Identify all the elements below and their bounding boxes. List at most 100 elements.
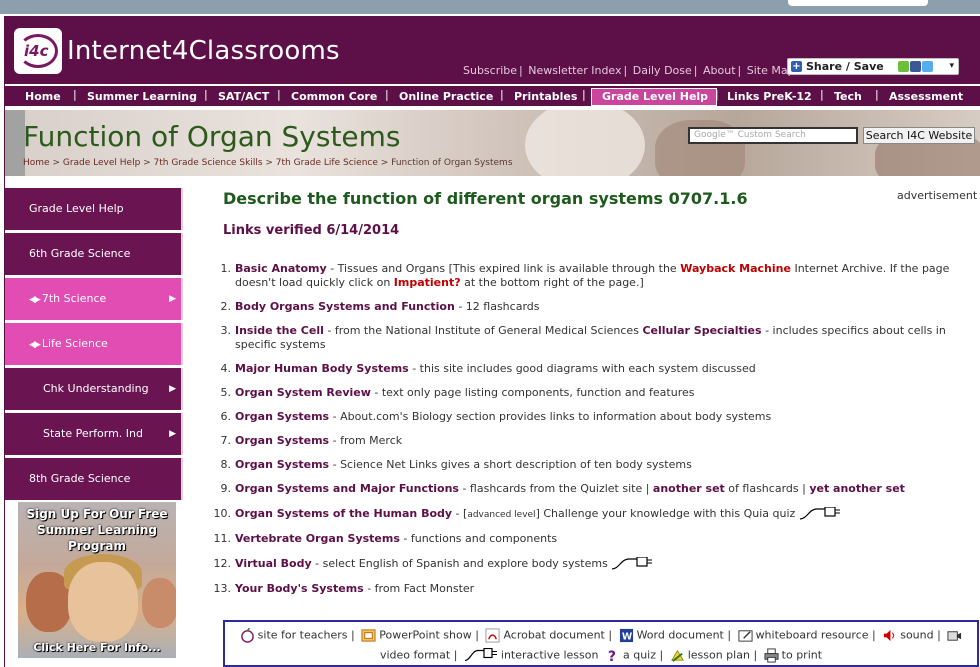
promo-cta[interactable]: Click Here For Info...: [18, 641, 176, 654]
list-body: Body Organs Systems and Function - 12 fl…: [235, 300, 980, 314]
list-number: 9.: [220, 482, 232, 495]
top-link-about[interactable]: About: [703, 64, 736, 77]
promo-headline: Sign Up For Our Free Summer Learning Pro…: [26, 507, 168, 553]
top-link-newsletter[interactable]: Newsletter Index: [528, 64, 621, 77]
sidebar-item-state-perform-ind[interactable]: State Perform. Ind ▶: [5, 413, 183, 455]
top-pill: [788, 0, 928, 6]
nav-tech[interactable]: Tech: [834, 88, 862, 106]
logo-mark-text: i4c: [24, 42, 49, 60]
sidebar-item-grade-level-help[interactable]: Grade Level Help: [5, 188, 183, 230]
sidebar-item-label: Chk Understanding: [43, 382, 149, 395]
breadcrumb-current: Function of Organ Systems: [391, 158, 513, 168]
item-text: - from Merck: [329, 434, 403, 447]
search-input[interactable]: Google™ Custom Search: [688, 127, 858, 144]
list-body: Basic Anatomy - Tissues and Organs [This…: [235, 262, 980, 290]
link-virtual-body[interactable]: Virtual Body: [235, 557, 312, 570]
advertisement-label: advertisement: [897, 189, 978, 202]
sidebar-item-7th-science[interactable]: ◀▶ 7th Science ▶: [5, 278, 183, 320]
link-yet-another-set[interactable]: yet another set: [809, 482, 905, 495]
item-text: - 12 flashcards: [454, 300, 540, 313]
item-text: - About.com's Biology section provides l…: [329, 410, 772, 423]
link-body-organs[interactable]: Body Organs Systems and Function: [235, 300, 455, 313]
logo-icon[interactable]: i4c: [14, 28, 62, 74]
list-body: Your Body's Systems - from Fact Monster: [235, 582, 980, 596]
top-link-subscribe[interactable]: Subscribe: [463, 64, 517, 77]
nav-online-practice[interactable]: Online Practice: [399, 88, 493, 106]
list-number: 8.: [220, 458, 232, 471]
nav-separator: |: [385, 88, 389, 101]
summer-learning-promo[interactable]: Sign Up For Our Free Summer Learning Pro…: [18, 502, 176, 658]
link-your-bodys-systems[interactable]: Your Body's Systems: [235, 582, 364, 595]
advanced-level-tag: advanced level: [467, 510, 536, 520]
sidebar-item-6th-grade-science[interactable]: 6th Grade Science: [5, 233, 183, 275]
breadcrumb-7th-grade-science-skills[interactable]: 7th Grade Science Skills: [154, 158, 263, 168]
nav-sat-act[interactable]: SAT/ACT: [218, 88, 269, 106]
nav-assessment[interactable]: Assessment: [889, 88, 963, 106]
item-text: at the bottom right of the page.]: [460, 276, 644, 289]
share-save-button[interactable]: + Share / Save ▾: [787, 58, 959, 75]
header: i4c Internet4Classrooms Subscribe | Newsl…: [5, 16, 980, 84]
legend-label: Word document: [636, 628, 724, 642]
chevron-right-icon: ▶: [169, 294, 176, 304]
list-number: 13.: [213, 582, 232, 595]
promo-photo: [68, 562, 138, 642]
icon-legend: site for teachers | PowerPoint show | Ac…: [223, 620, 979, 667]
list-number: 2.: [220, 300, 232, 313]
legend-row: site for teachers | PowerPoint show | Ac…: [225, 628, 977, 643]
list-body: Organ Systems of the Human Body - [advan…: [235, 507, 980, 522]
nav-summer-learning[interactable]: Summer Learning: [87, 88, 197, 106]
link-organ-systems-major-functions[interactable]: Organ Systems and Major Functions: [235, 482, 459, 495]
site-name[interactable]: Internet4Classrooms: [67, 36, 340, 66]
sidebar-item-8th-grade-science[interactable]: 8th Grade Science: [5, 458, 183, 500]
nav-links-prek-12[interactable]: Links PreK-12: [727, 88, 812, 106]
nav-common-core[interactable]: Common Core: [291, 88, 377, 106]
list-body: Inside the Cell - from the National Inst…: [235, 324, 980, 352]
link-another-set[interactable]: another set: [653, 482, 725, 495]
list-number: 5.: [220, 386, 232, 399]
link-organ-systems-human-body[interactable]: Organ Systems of the Human Body: [235, 507, 452, 520]
sidebar-item-label: 7th Science: [41, 292, 107, 305]
item-text: - text only page listing components, fun…: [370, 386, 695, 399]
nav-grade-level-help[interactable]: Grade Level Help: [591, 88, 717, 106]
word-icon: W: [619, 628, 633, 642]
search-button[interactable]: Search I4C Website: [863, 127, 975, 144]
link-wayback-machine[interactable]: Wayback Machine: [680, 262, 791, 275]
legend-label: to print: [781, 648, 823, 662]
legend-label: video format: [379, 648, 451, 662]
breadcrumb-home[interactable]: Home: [23, 158, 50, 168]
legend-label: interactive lesson: [500, 648, 599, 662]
chevron-right-icon: ▶: [169, 384, 176, 394]
link-basic-anatomy[interactable]: Basic Anatomy: [235, 262, 327, 275]
whiteboard-icon: [738, 630, 753, 642]
nav-home[interactable]: Home: [25, 88, 61, 106]
nav-printables[interactable]: Printables: [514, 88, 577, 106]
link-organ-systems-merck[interactable]: Organ Systems: [235, 434, 329, 447]
link-major-human-body-systems[interactable]: Major Human Body Systems: [235, 362, 409, 375]
list-body: Organ Systems - from Merck: [235, 434, 980, 448]
sidebar-item-life-science[interactable]: ◀▶ Life Science: [5, 323, 183, 365]
link-organ-systems-science-net[interactable]: Organ Systems: [235, 458, 329, 471]
sidebar: Grade Level Help 6th Grade Science ◀▶ 7th…: [5, 188, 183, 503]
banner-photo: [525, 110, 645, 176]
breadcrumb-7th-grade-life-science[interactable]: 7th Grade Life Science: [276, 158, 378, 168]
legend-label: lesson plan: [687, 648, 750, 662]
list-number: 6.: [220, 410, 232, 423]
page: i4c Internet4Classrooms Subscribe | Newsl…: [4, 16, 980, 667]
content-heading: Describe the function of different organ…: [223, 189, 748, 208]
link-cellular-specialties[interactable]: Cellular Specialties: [642, 324, 761, 337]
link-organ-systems-about[interactable]: Organ Systems: [235, 410, 329, 423]
top-link-daily-dose[interactable]: Daily Dose: [633, 64, 692, 77]
sidebar-item-label: Life Science: [41, 337, 108, 350]
interactive-plug-icon: [799, 507, 840, 520]
question-mark-icon: ?: [608, 649, 616, 663]
link-vertebrate-organ-systems[interactable]: Vertebrate Organ Systems: [235, 532, 400, 545]
link-impatient[interactable]: Impatient?: [394, 276, 461, 289]
item-text: - from Fact Monster: [363, 582, 475, 595]
sidebar-item-chk-understanding[interactable]: Chk Understanding ▶: [5, 368, 183, 410]
link-inside-the-cell[interactable]: Inside the Cell: [235, 324, 324, 337]
list-number: 7.: [220, 434, 232, 447]
printer-icon: [764, 648, 779, 663]
link-organ-system-review[interactable]: Organ System Review: [235, 386, 371, 399]
separator: |: [519, 64, 523, 77]
breadcrumb-grade-level-help[interactable]: Grade Level Help: [63, 158, 140, 168]
